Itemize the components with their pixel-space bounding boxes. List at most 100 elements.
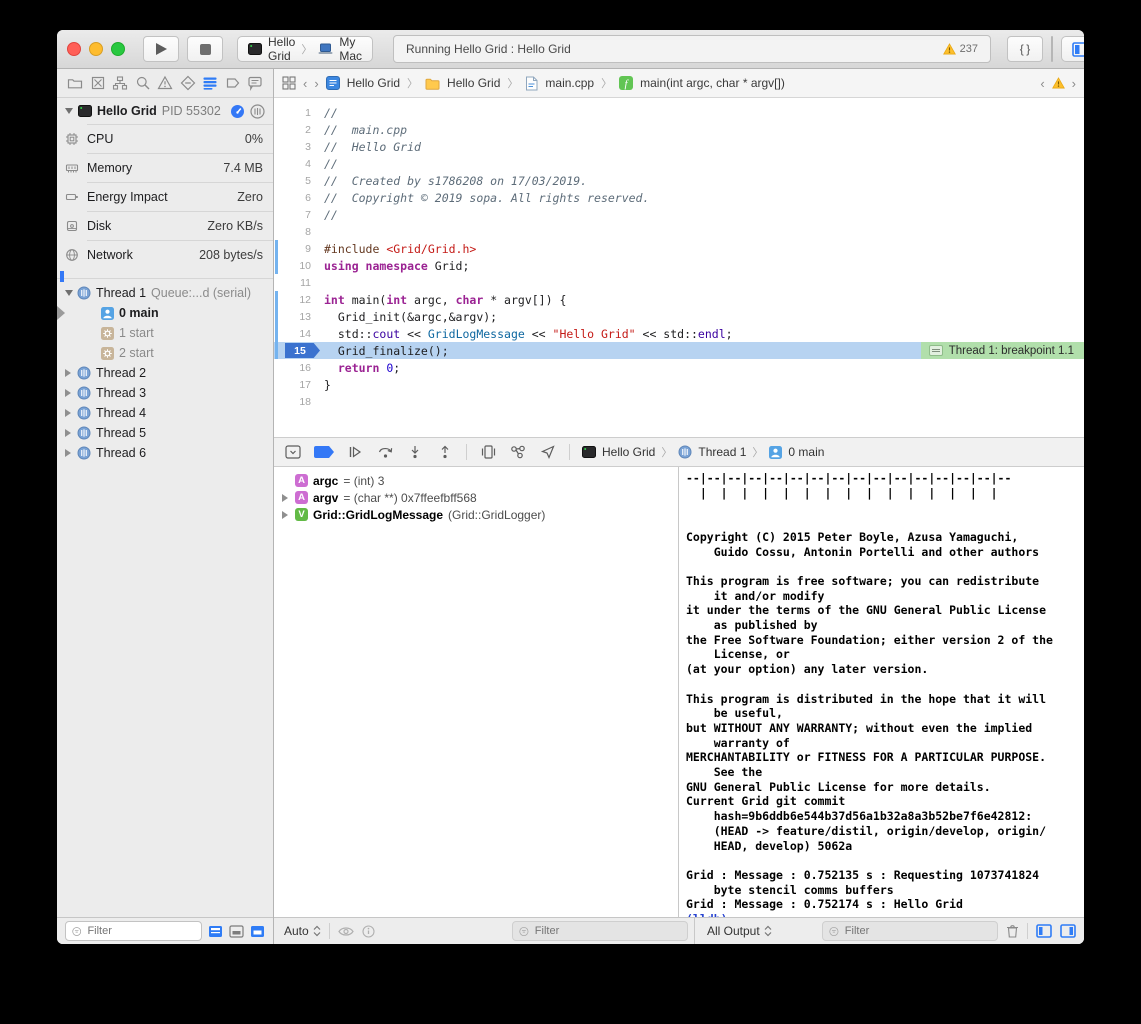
variables-filter-input[interactable] xyxy=(533,924,681,938)
disclosure-closed-icon[interactable] xyxy=(65,369,71,377)
stack-frame-row[interactable]: 0 main xyxy=(57,303,273,323)
line-gutter[interactable]: 15 xyxy=(274,342,320,359)
memory-graph-icon[interactable] xyxy=(509,443,527,461)
line-gutter[interactable]: 1 xyxy=(274,104,320,121)
breadcrumb-label[interactable]: Thread 1 xyxy=(698,445,746,459)
line-gutter[interactable]: 18 xyxy=(274,393,320,410)
variables-view[interactable]: Aargc= (int) 3Aargv= (char **) 0x7ffeefb… xyxy=(274,467,678,917)
next-issue-icon[interactable]: › xyxy=(1072,76,1076,91)
variables-filter-field[interactable] xyxy=(512,921,688,941)
view-options-icon[interactable] xyxy=(250,104,265,119)
related-items-icon[interactable] xyxy=(282,76,296,90)
thread-row[interactable]: Thread 4 xyxy=(57,403,273,423)
debug-view-hierarchy-icon[interactable] xyxy=(479,443,497,461)
process-row[interactable]: Hello Grid PID 55302 xyxy=(57,98,273,124)
thread-row[interactable]: Thread 3 xyxy=(57,383,273,403)
line-gutter[interactable]: 16 xyxy=(274,359,320,376)
variables-scope-popup[interactable]: Auto xyxy=(284,924,321,938)
variable-row[interactable]: Aargv= (char **) 0x7ffeefbff568 xyxy=(274,489,678,506)
line-gutter[interactable]: 7 xyxy=(274,206,320,223)
thread-row[interactable]: Thread 1Queue:...d (serial) xyxy=(57,283,273,303)
previous-issue-icon[interactable]: ‹ xyxy=(1040,76,1044,91)
line-gutter[interactable]: 13 xyxy=(274,308,320,325)
step-over-icon[interactable] xyxy=(376,443,394,461)
breadcrumb-label[interactable]: Hello Grid xyxy=(602,445,655,459)
breadcrumb-label[interactable]: Hello Grid xyxy=(447,76,500,90)
line-gutter[interactable]: 6 xyxy=(274,189,320,206)
variable-row[interactable]: VGrid::GridLogMessage(Grid::GridLogger) xyxy=(274,506,678,523)
navigator-tab-source-control-navigator[interactable] xyxy=(89,74,107,92)
code-line[interactable]: 10using namespace Grid; xyxy=(274,257,1084,274)
scheme-selector[interactable]: Hello Grid 〉 My Mac xyxy=(237,36,373,62)
console-scope-popup[interactable]: All Output xyxy=(707,924,772,938)
info-icon[interactable] xyxy=(362,925,375,938)
warning-counter[interactable]: 237 xyxy=(943,43,978,55)
navigator-tab-find-navigator[interactable] xyxy=(134,74,152,92)
code-line[interactable]: 17} xyxy=(274,376,1084,393)
breadcrumb-label[interactable]: main(int argc, char * argv[]) xyxy=(640,76,785,90)
code-line[interactable]: 13 Grid_init(&argc,&argv); xyxy=(274,308,1084,325)
stop-button[interactable] xyxy=(187,36,223,62)
code-line[interactable]: 2// main.cpp xyxy=(274,121,1084,138)
disclosure-open-icon[interactable] xyxy=(65,290,73,296)
code-line[interactable]: 11 xyxy=(274,274,1084,291)
navigator-tab-symbol-navigator[interactable] xyxy=(111,74,129,92)
navigator-filter-field[interactable] xyxy=(65,921,202,941)
thread-row[interactable]: Thread 2 xyxy=(57,363,273,383)
close-window-button[interactable] xyxy=(67,42,81,56)
gauge-row-disk[interactable]: DiskZero KB/s xyxy=(57,211,273,240)
filter-running-icon[interactable] xyxy=(208,925,223,938)
gauge-row-network[interactable]: Network208 bytes/s xyxy=(57,240,273,269)
stack-frame-row[interactable]: 1 start xyxy=(57,323,273,343)
step-into-icon[interactable] xyxy=(406,443,424,461)
code-line[interactable]: 15 Grid_finalize();Thread 1: breakpoint … xyxy=(274,342,1084,359)
code-line[interactable]: 16 return 0; xyxy=(274,359,1084,376)
line-gutter[interactable]: 14 xyxy=(274,325,320,342)
breadcrumb-label[interactable]: Hello Grid xyxy=(347,76,400,90)
code-line[interactable]: 3// Hello Grid xyxy=(274,138,1084,155)
line-gutter[interactable]: 2 xyxy=(274,121,320,138)
disclosure-closed-icon[interactable] xyxy=(65,449,71,457)
thread-row[interactable]: Thread 6 xyxy=(57,443,273,463)
navigator-tab-test-navigator[interactable] xyxy=(179,74,197,92)
line-gutter[interactable]: 4 xyxy=(274,155,320,172)
disclosure-closed-icon[interactable] xyxy=(65,429,71,437)
gauge-row-memory[interactable]: Memory7.4 MB xyxy=(57,153,273,182)
navigator-tab-debug-navigator[interactable] xyxy=(201,74,219,92)
line-gutter[interactable]: 8 xyxy=(274,223,320,240)
breadcrumb-label[interactable]: main.cpp xyxy=(545,76,594,90)
line-gutter[interactable]: 5 xyxy=(274,172,320,189)
breakpoints-toggle-icon[interactable] xyxy=(314,446,334,458)
code-line[interactable]: 6// Copyright © 2019 sopa. All rights re… xyxy=(274,189,1084,206)
code-line[interactable]: 18 xyxy=(274,393,1084,410)
thread-row[interactable]: Thread 5 xyxy=(57,423,273,443)
back-icon[interactable]: ‹ xyxy=(303,76,307,91)
line-gutter[interactable]: 12 xyxy=(274,291,320,308)
code-line[interactable]: 9#include <Grid/Grid.h> xyxy=(274,240,1084,257)
disclosure-closed-icon[interactable] xyxy=(280,511,290,519)
code-line[interactable]: 14 std::cout << GridLogMessage << "Hello… xyxy=(274,325,1084,342)
step-out-icon[interactable] xyxy=(436,443,454,461)
code-line[interactable]: 12int main(int argc, char * argv[]) { xyxy=(274,291,1084,308)
toggle-console-pane-icon[interactable] xyxy=(1060,924,1076,938)
gauge-row-energy-impact[interactable]: Energy ImpactZero xyxy=(57,182,273,211)
gauge-row-cpu[interactable]: CPU0% xyxy=(57,124,273,153)
line-gutter[interactable]: 10 xyxy=(274,257,320,274)
navigator-tab-breakpoint-navigator[interactable] xyxy=(224,74,242,92)
hide-debug-area-icon[interactable] xyxy=(284,443,302,461)
console-view[interactable]: --|--|--|--|--|--|--|--|--|--|--|--|--|-… xyxy=(679,467,1084,917)
navigator-tab-report-navigator[interactable] xyxy=(246,74,264,92)
standard-editor-button[interactable] xyxy=(1052,37,1053,61)
trash-icon[interactable] xyxy=(1006,924,1019,938)
simulate-location-icon[interactable] xyxy=(539,443,557,461)
stack-frame-row[interactable]: 2 start xyxy=(57,343,273,363)
code-line[interactable]: 1// xyxy=(274,104,1084,121)
disclosure-closed-icon[interactable] xyxy=(65,409,71,417)
gauges-view-icon[interactable] xyxy=(230,104,245,119)
disclosure-open-icon[interactable] xyxy=(65,108,73,114)
console-filter-input[interactable] xyxy=(843,924,991,938)
console-filter-field[interactable] xyxy=(822,921,998,941)
minimize-window-button[interactable] xyxy=(89,42,103,56)
breadcrumb-label[interactable]: 0 main xyxy=(788,445,824,459)
zoom-window-button[interactable] xyxy=(111,42,125,56)
